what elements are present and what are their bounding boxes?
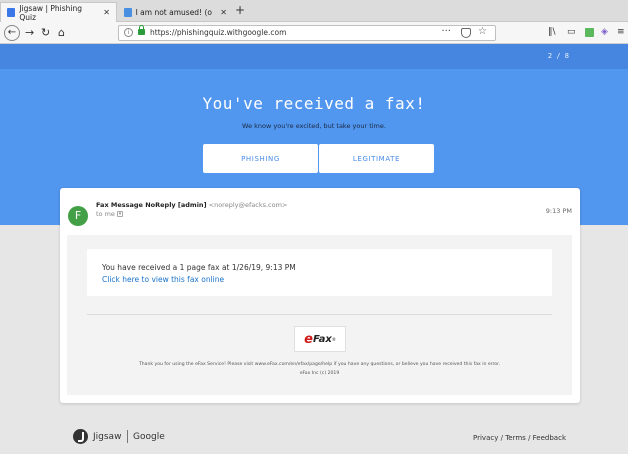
details-dropdown-icon[interactable]: ▾ xyxy=(117,211,124,217)
extension-icon[interactable] xyxy=(585,28,594,37)
close-tab-icon[interactable]: ✕ xyxy=(220,8,227,17)
tab-bar: Jigsaw | Phishing Quiz ✕ I am not amused… xyxy=(0,0,628,22)
sender-email: <noreply@efacks.com> xyxy=(208,201,288,209)
divider xyxy=(87,314,552,315)
avatar: F xyxy=(68,206,88,226)
efax-logo: e Fax ® xyxy=(294,326,346,352)
info-icon[interactable]: i xyxy=(124,28,133,37)
reload-icon[interactable]: ↻ xyxy=(41,25,50,41)
page-actions-menu-icon[interactable]: ··· xyxy=(441,26,451,37)
site-favicon-icon xyxy=(124,7,132,17)
email-time: 9:13 PM xyxy=(545,207,572,215)
new-tab-plus-icon[interactable]: + xyxy=(235,3,245,17)
google-brand: Google xyxy=(133,432,165,442)
tab-title: Jigsaw | Phishing Quiz xyxy=(19,3,82,22)
page-content: 2 / 8 You've received a fax! We know you… xyxy=(0,44,628,454)
extension-puzzle-icon[interactable]: ◈ xyxy=(601,27,608,37)
hamburger-menu-icon[interactable]: ≡ xyxy=(617,27,625,37)
sender-line: Fax Message NoReply [admin] <noreply@efa… xyxy=(96,201,287,209)
message-box: You have received a 1 page fax at 1/26/1… xyxy=(87,249,552,296)
jigsaw-brand: Jigsaw xyxy=(93,432,122,442)
sidebar-icon[interactable]: ▭ xyxy=(567,27,576,37)
email-copyright: eFax Inc (c) 2019 xyxy=(299,371,340,376)
privacy-link[interactable]: Privacy xyxy=(473,434,498,442)
forward-arrow-icon[interactable]: → xyxy=(25,25,34,41)
sender-name: Fax Message NoReply [admin] xyxy=(96,201,207,209)
url-text: https://phishingquiz.withgoogle.com xyxy=(150,28,287,37)
progress-counter: 2 / 8 xyxy=(547,52,569,60)
tab-not-amused[interactable]: I am not amused! (or ho ✕ xyxy=(118,2,233,22)
jigsaw-favicon-icon xyxy=(7,8,16,17)
navigation-bar: ← → ↻ ⌂ i https://phishingquiz.withgoogl… xyxy=(0,22,628,44)
email-body: You have received a 1 page fax at 1/26/1… xyxy=(67,235,572,395)
recipient-text: to me xyxy=(96,210,115,218)
efax-logo-e: e xyxy=(304,331,313,347)
efax-logo-trademark: ® xyxy=(331,336,336,342)
tab-phishing-quiz[interactable]: Jigsaw | Phishing Quiz ✕ xyxy=(0,2,117,22)
feedback-link[interactable]: Feedback xyxy=(533,434,566,442)
email-footer-text: Thank you for using the eFax Service! Pl… xyxy=(138,362,501,367)
recipient-line: to me ▾ xyxy=(96,210,124,218)
brand-divider xyxy=(127,430,128,443)
view-fax-link[interactable]: Click here to view this fax online xyxy=(102,275,224,284)
site-footer: Jigsaw Google Privacy / Terms / Feedback xyxy=(0,425,628,454)
pocket-icon[interactable] xyxy=(461,28,471,38)
message-text: You have received a 1 page fax at 1/26/1… xyxy=(102,263,296,272)
jigsaw-logo-icon xyxy=(73,429,88,444)
footer-links: Privacy / Terms / Feedback xyxy=(473,434,566,442)
library-icon[interactable]: ‖\ xyxy=(548,27,556,37)
legitimate-button[interactable]: LEGITIMATE xyxy=(319,144,434,173)
back-arrow-icon[interactable]: ← xyxy=(4,25,20,41)
quiz-subheading: We know you're excited, but take your ti… xyxy=(242,122,386,130)
address-bar[interactable]: i https://phishingquiz.withgoogle.com ··… xyxy=(118,25,496,41)
lock-icon xyxy=(138,25,145,35)
bookmark-star-icon[interactable]: ☆ xyxy=(478,26,487,37)
close-tab-icon[interactable]: ✕ xyxy=(103,8,110,17)
quiz-heading: You've received a fax! xyxy=(202,94,426,113)
terms-link[interactable]: Terms xyxy=(505,434,526,442)
tab-title: I am not amused! (or ho xyxy=(135,7,213,17)
efax-logo-fax: Fax xyxy=(312,333,332,345)
progress-bar: 2 / 8 xyxy=(0,44,628,69)
email-card: F Fax Message NoReply [admin] <noreply@e… xyxy=(60,188,580,403)
phishing-button[interactable]: PHISHING xyxy=(203,144,318,173)
home-icon[interactable]: ⌂ xyxy=(58,25,65,41)
